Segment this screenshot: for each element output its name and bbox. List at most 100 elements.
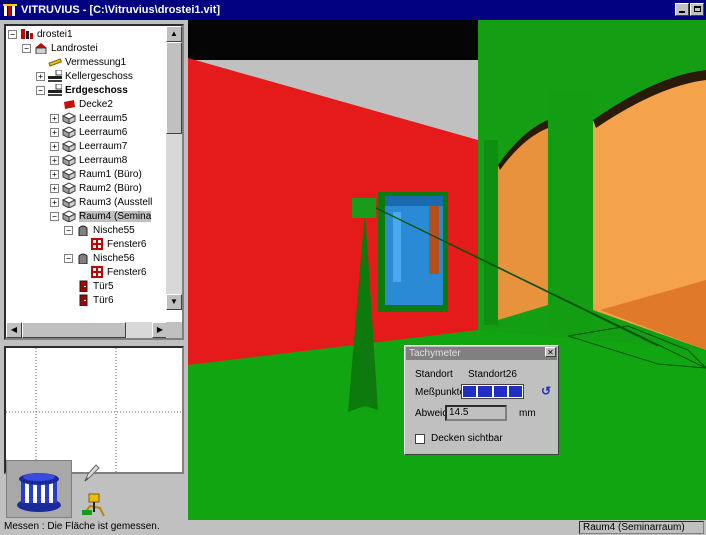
room-icon xyxy=(61,112,77,125)
tree-item-label: Raum4 (Semina xyxy=(79,210,152,222)
floor-icon xyxy=(48,69,63,82)
tree-item[interactable]: Decke2 xyxy=(50,97,113,111)
collapse-icon[interactable]: − xyxy=(50,211,59,221)
collapse-icon[interactable]: − xyxy=(64,253,73,263)
tree-item[interactable]: Tür6 xyxy=(64,293,114,307)
scroll-down-button[interactable]: ▼ xyxy=(166,294,182,310)
tachymeter-icon xyxy=(82,493,105,517)
tree-item[interactable]: − Nische55 xyxy=(64,223,135,237)
restore-button[interactable] xyxy=(690,3,704,16)
door-icon xyxy=(76,294,90,307)
tree-item[interactable]: + Raum1 (Büro) xyxy=(50,167,142,181)
standort-value: Standort26 xyxy=(468,369,517,380)
collapse-icon[interactable]: − xyxy=(64,225,73,235)
tree-item-label: Vermessung1 xyxy=(65,56,127,68)
tree-item-label: Leerraum8 xyxy=(79,154,128,166)
tree-line xyxy=(64,296,73,305)
tree-line xyxy=(78,268,87,277)
tree-item-label: Fenster6 xyxy=(107,238,147,250)
expand-icon[interactable]: + xyxy=(50,113,59,123)
measure-tool-button[interactable] xyxy=(80,488,108,518)
tree-item[interactable]: Tür5 xyxy=(64,279,114,293)
expand-icon[interactable]: + xyxy=(50,197,59,207)
tree-item[interactable]: + Kellergeschoss xyxy=(36,69,133,83)
scroll-left-button[interactable]: ◀ xyxy=(6,322,22,338)
app-icon[interactable] xyxy=(3,3,17,17)
tachymeter-dialog: Tachymeter ✕ Standort Standort26 Meßpunk… xyxy=(404,345,559,455)
project-icon xyxy=(20,28,34,40)
column-tool-button[interactable] xyxy=(6,460,72,518)
minimize-button[interactable] xyxy=(675,3,689,16)
messpunkt-cell xyxy=(463,386,477,397)
expand-icon[interactable]: + xyxy=(36,71,45,81)
window-icon xyxy=(90,266,104,278)
scroll-thumb-horizontal[interactable] xyxy=(22,322,126,338)
expand-icon[interactable]: + xyxy=(50,141,59,151)
scroll-up-button[interactable]: ▲ xyxy=(166,26,182,42)
tree-item-label: Leerraum6 xyxy=(79,126,128,138)
tree-item[interactable]: − Landrostei xyxy=(22,41,98,55)
status-bar: Messen : Die Fläche ist gemessen. Raum4 … xyxy=(0,520,706,535)
tree-item[interactable]: + Raum3 (Ausstell xyxy=(50,195,152,209)
house-icon xyxy=(34,42,48,55)
collapse-icon[interactable]: − xyxy=(22,43,31,53)
tree-item-label: Raum2 (Büro) xyxy=(79,182,142,194)
niche-icon xyxy=(76,252,90,265)
collapse-icon[interactable]: − xyxy=(8,29,17,39)
tree-item-label: Tür6 xyxy=(93,294,114,306)
measure-icon xyxy=(48,56,62,68)
tree-line xyxy=(50,100,59,109)
tree-item[interactable]: + Leerraum5 xyxy=(50,111,127,125)
tree-item-label: Decke2 xyxy=(79,98,113,110)
expand-icon[interactable]: + xyxy=(50,183,59,193)
plan-preview[interactable] xyxy=(4,346,184,474)
dialog-close-button[interactable]: ✕ xyxy=(545,347,556,357)
messpunkte-indicator xyxy=(461,384,524,399)
window-icon xyxy=(90,238,104,250)
tree-item-label: Nische55 xyxy=(93,224,135,236)
tree-item-label: Leerraum7 xyxy=(79,140,128,152)
tree-item-label: Tür5 xyxy=(93,280,114,292)
expand-icon[interactable]: + xyxy=(50,169,59,179)
collapse-icon[interactable]: − xyxy=(36,85,45,95)
room-icon xyxy=(61,140,77,153)
tree-item[interactable]: + Leerraum7 xyxy=(50,139,127,153)
tree-item[interactable]: − Raum4 (Semina xyxy=(50,209,152,223)
expand-icon[interactable]: + xyxy=(50,127,59,137)
tree-item[interactable]: − Nische56 xyxy=(64,251,135,265)
tree-horizontal-scrollbar[interactable]: ◀ ▶ xyxy=(6,322,168,338)
tree-item[interactable]: Vermessung1 xyxy=(36,55,126,69)
abweichung-field[interactable]: 14.5 xyxy=(445,405,507,421)
close-icon: ✕ xyxy=(547,348,554,357)
room-icon xyxy=(61,182,77,195)
expand-icon[interactable]: + xyxy=(50,155,59,165)
tree-line xyxy=(64,282,73,291)
tree-item[interactable]: + Leerraum6 xyxy=(50,125,127,139)
undo-icon[interactable]: ↺ xyxy=(541,384,551,398)
room-icon xyxy=(61,168,77,181)
window-title: VITRUVIUS - [C:\Vitruvius\drostei1.vit] xyxy=(21,4,221,16)
project-tree[interactable]: − drostei1− Landrostei Vermessung1 + Kellerge… xyxy=(4,24,184,340)
minimize-icon xyxy=(679,11,685,13)
tree-item[interactable]: − drostei1 xyxy=(8,27,73,41)
scroll-thumb-vertical[interactable] xyxy=(166,42,182,134)
tree-item[interactable]: Fenster6 xyxy=(78,265,146,279)
floor-icon xyxy=(48,83,63,96)
pillar xyxy=(548,90,593,330)
messpunkt-cell xyxy=(493,386,507,397)
abweichung-unit: mm xyxy=(519,408,536,419)
tree-line xyxy=(36,58,45,67)
decken-checkbox[interactable] xyxy=(415,434,425,444)
room-icon xyxy=(61,126,77,139)
tree-vertical-scrollbar[interactable]: ▲ ▼ xyxy=(166,26,182,310)
left-panel: − drostei1− Landrostei Vermessung1 + Kellerge… xyxy=(0,20,186,520)
tree-item[interactable]: Fenster6 xyxy=(78,237,146,251)
tree-item-label: Erdgeschoss xyxy=(65,84,128,96)
title-bar: VITRUVIUS - [C:\Vitruvius\drostei1.vit] xyxy=(0,0,706,20)
tree-item-label: Kellergeschoss xyxy=(65,70,133,82)
pencil-tool-button[interactable] xyxy=(80,462,102,484)
tree-item[interactable]: + Raum2 (Büro) xyxy=(50,181,142,195)
tree-item[interactable]: − Erdgeschoss xyxy=(36,83,128,97)
window-reflection xyxy=(393,212,401,282)
tree-item[interactable]: + Leerraum8 xyxy=(50,153,127,167)
